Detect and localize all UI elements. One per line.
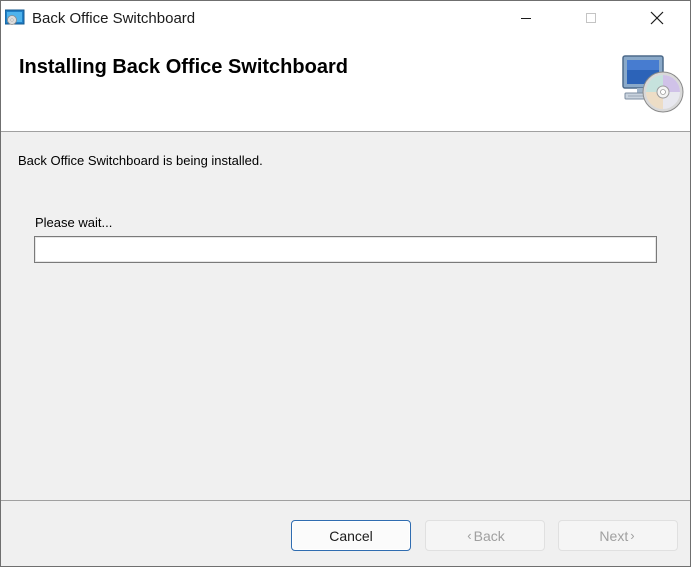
close-button[interactable] [634, 1, 680, 35]
window-title: Back Office Switchboard [32, 10, 196, 27]
minimize-button[interactable] [503, 1, 549, 35]
banner-title: Installing Back Office Switchboard [19, 56, 348, 78]
install-status-text: Back Office Switchboard is being install… [18, 153, 263, 168]
next-label: Next [599, 527, 629, 544]
next-button[interactable]: Next › [558, 520, 678, 551]
title-bar[interactable]: Back Office Switchboard [1, 1, 690, 36]
chevron-left-icon: ‹ [467, 528, 472, 543]
cancel-button[interactable]: Cancel [291, 520, 411, 551]
please-wait-label: Please wait... [35, 215, 113, 230]
header-banner: Installing Back Office Switchboard [1, 36, 690, 132]
cancel-label: Cancel [329, 527, 373, 544]
minimize-icon [521, 18, 531, 19]
install-progress-bar [34, 236, 657, 263]
computer-cd-icon [619, 52, 685, 114]
footer-divider [1, 500, 690, 501]
progress-track [36, 238, 655, 261]
installer-app-icon [4, 9, 25, 27]
maximize-button[interactable] [568, 1, 614, 35]
back-button[interactable]: ‹ Back [425, 520, 545, 551]
installer-window: Back Office Switchboard Installing Back … [0, 0, 691, 567]
close-icon [650, 11, 664, 25]
back-label: Back [473, 527, 505, 544]
maximize-icon [586, 13, 596, 23]
chevron-right-icon: › [630, 528, 635, 543]
